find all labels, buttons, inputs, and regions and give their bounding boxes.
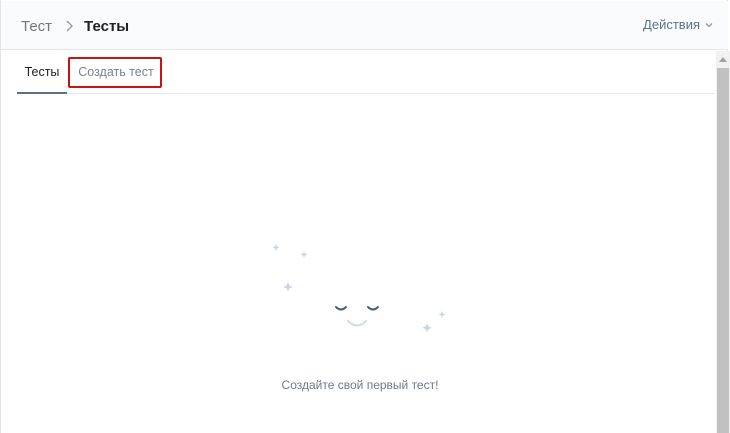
scrollbar-thumb[interactable]: [717, 68, 729, 433]
page-header: Тест Тесты Действия: [1, 1, 728, 50]
chevron-right-icon: [66, 20, 74, 32]
breadcrumb-root-link[interactable]: Тест: [21, 18, 52, 35]
breadcrumb: Тест Тесты: [21, 16, 129, 36]
breadcrumb-current: Тесты: [84, 17, 130, 35]
vertical-scrollbar[interactable]: [716, 51, 730, 433]
smiling-face-icon: [272, 244, 446, 333]
tab-create-test[interactable]: Создать тест: [68, 52, 164, 93]
chevron-down-icon: [705, 22, 713, 27]
tab-tests[interactable]: Тесты: [17, 52, 67, 94]
actions-dropdown-button[interactable]: Действия: [643, 17, 714, 32]
empty-state-message: Создайте свой первый тест!: [281, 378, 439, 392]
actions-label: Действия: [643, 17, 700, 32]
tab-bar: Тесты Создать тест: [17, 52, 715, 94]
scroll-up-arrow-icon[interactable]: [716, 51, 730, 67]
